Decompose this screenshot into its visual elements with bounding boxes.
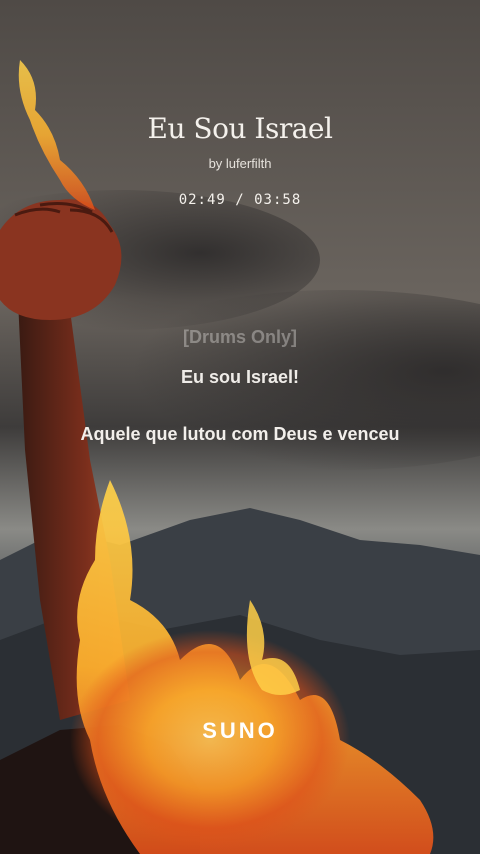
song-title: Eu Sou Israel <box>147 112 333 145</box>
lyric-section-tag: [Drums Only] <box>182 327 297 347</box>
lyric-line-next: Aquele que lutou com Deus e venceu <box>80 424 400 444</box>
playback-time: 02:49 / 03:58 <box>178 192 302 208</box>
artist-credit: by luferfilth <box>208 156 272 171</box>
suno-logo: SUNO <box>202 718 278 743</box>
lyric-line-current: Eu sou Israel! <box>180 367 300 387</box>
player-screen: Eu Sou Israel by luferfilth 02:49 / 03:5… <box>0 0 480 854</box>
